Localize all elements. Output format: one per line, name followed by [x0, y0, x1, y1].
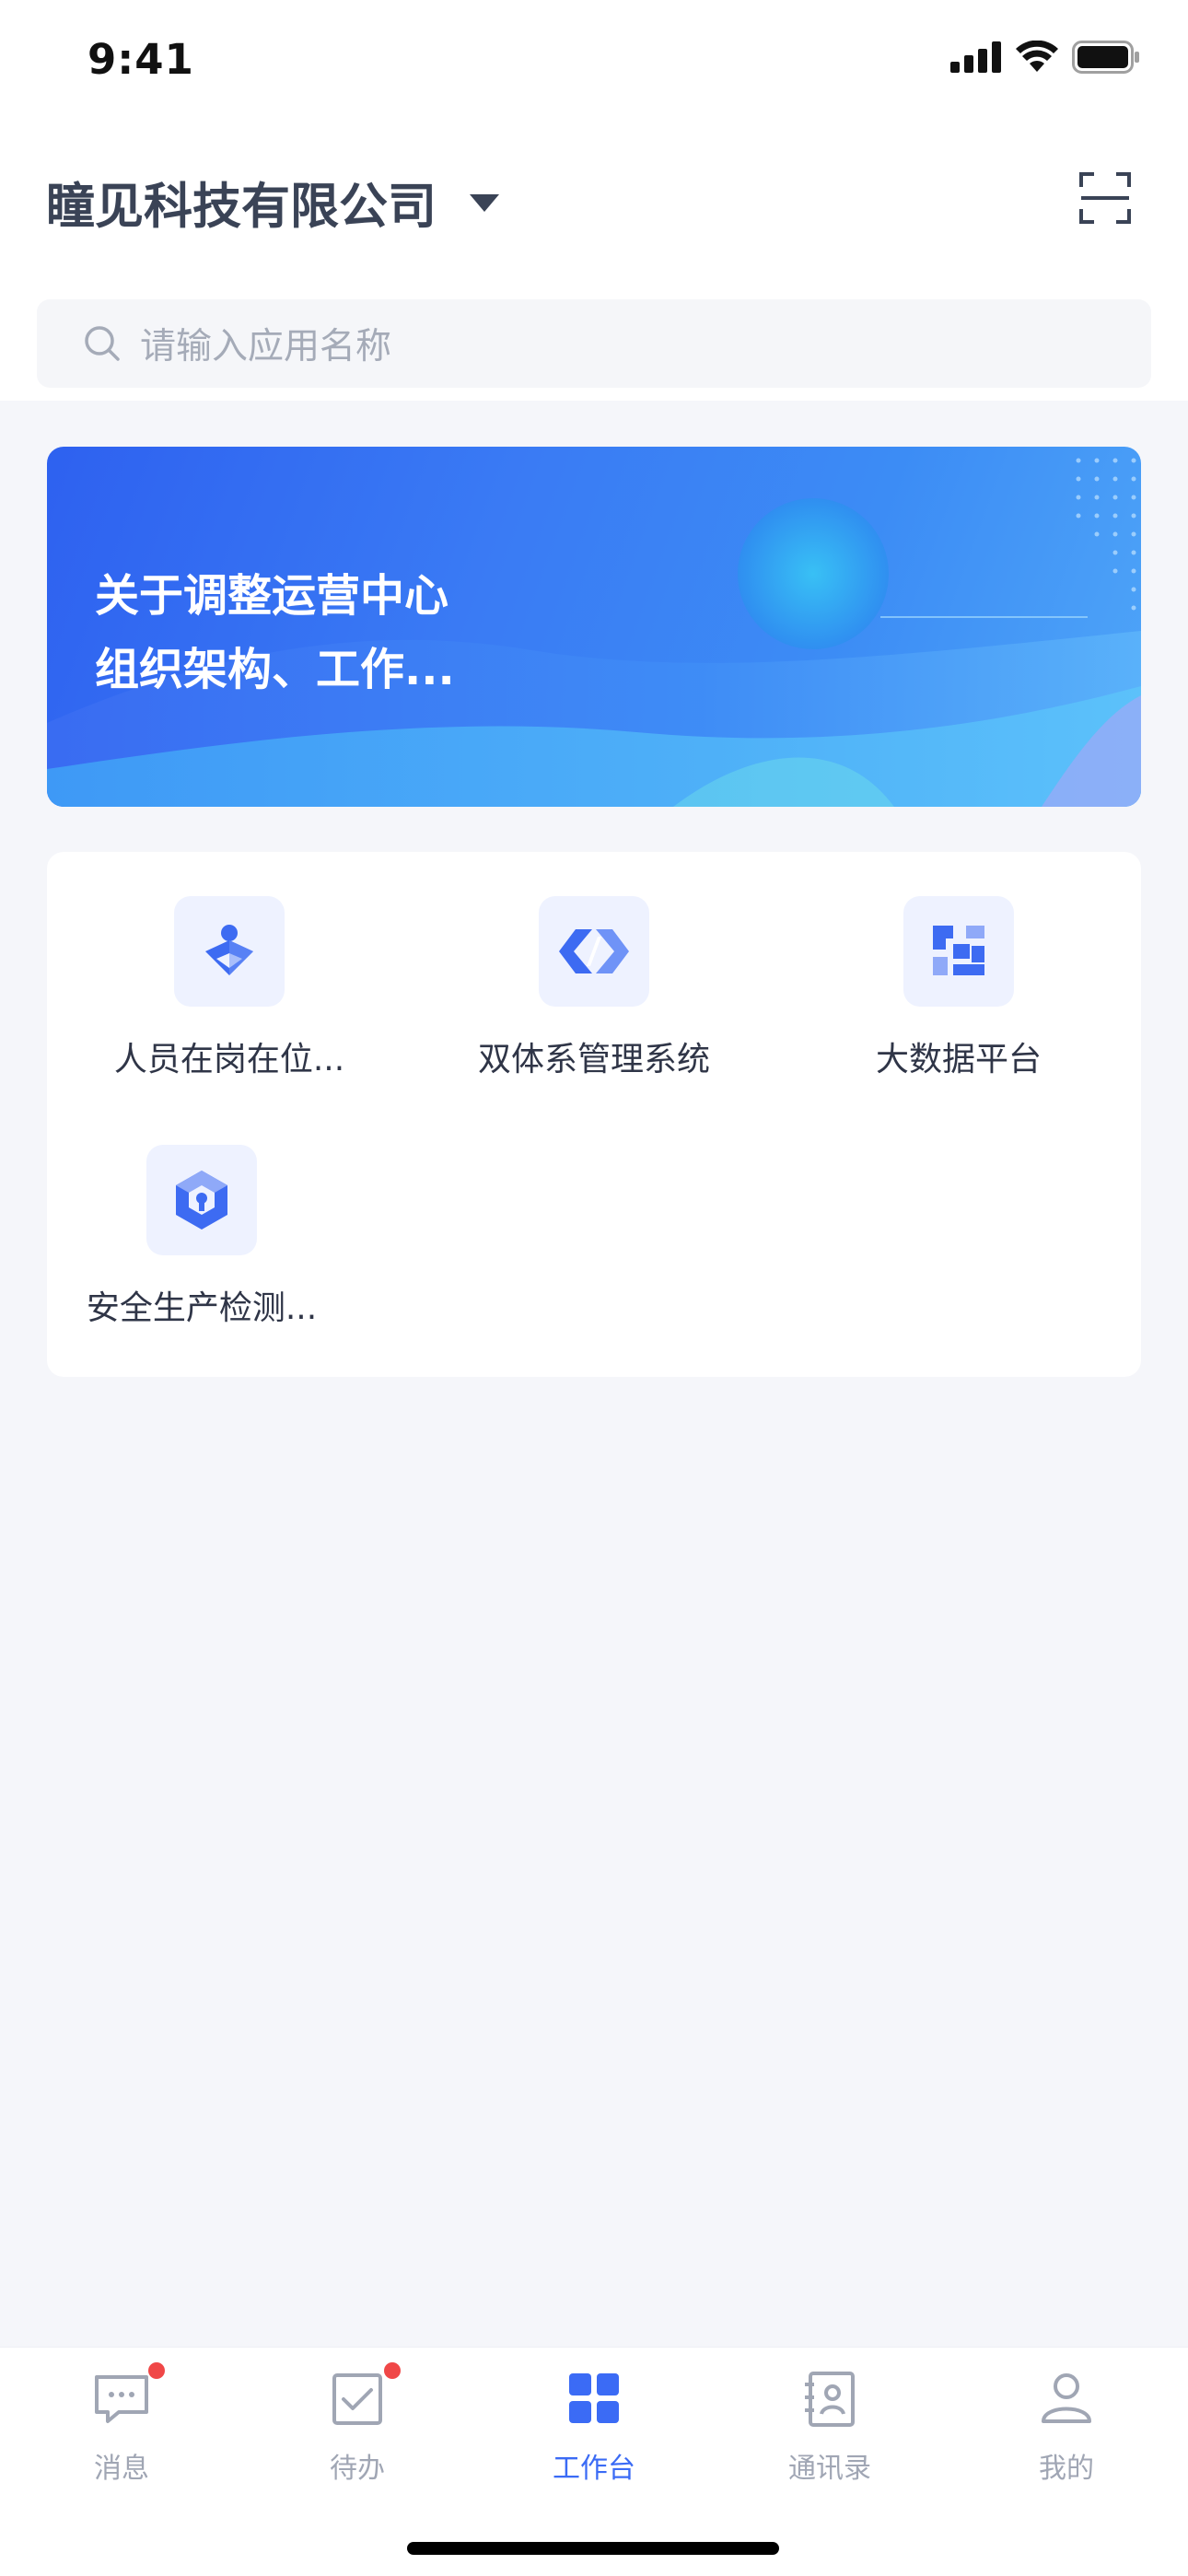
status-icons [950, 41, 1140, 74]
tab-icon-wrap [564, 2368, 624, 2429]
tab-icon-wrap [799, 2368, 860, 2429]
tab-icon-wrap [91, 2362, 165, 2429]
tab-todo[interactable]: 待办 [265, 2362, 449, 2486]
tab-messages[interactable]: 消息 [29, 2362, 214, 2486]
app-label: 大数据平台 [875, 1041, 1042, 1078]
tab-label: 工作台 [553, 2453, 635, 2485]
home-indicator[interactable] [407, 2542, 779, 2555]
hexagon-lock-icon [176, 1171, 227, 1230]
app-icon-box [903, 896, 1014, 1007]
app-icon-box [146, 1145, 257, 1255]
status-bar: 9:41 [0, 0, 1188, 120]
person-location-icon [205, 925, 253, 975]
tab-label: 消息 [94, 2453, 149, 2485]
company-name: 瞳见科技有限公司 [46, 179, 437, 235]
data-blocks-icon [933, 926, 984, 975]
app-item-personnel[interactable]: 人员在岗在位... [47, 896, 412, 1080]
search-icon [85, 326, 120, 361]
app-item-big-data[interactable]: 大数据平台 [776, 896, 1141, 1080]
app-icon-box [174, 896, 285, 1007]
code-shield-icon [559, 929, 629, 973]
tab-workbench[interactable]: 工作台 [502, 2368, 686, 2486]
tab-label: 我的 [1039, 2453, 1094, 2485]
app-icon-box [539, 896, 649, 1007]
search-bar[interactable]: 请输入应用名称 [37, 299, 1151, 388]
status-time: 9:41 [87, 35, 194, 84]
tab-icon-wrap [327, 2362, 401, 2429]
header: 瞳见科技有限公司 请输入应用名称 [0, 120, 1188, 401]
app-item-safety-production[interactable]: 安全生产检测... [19, 1145, 384, 1329]
unread-badge [148, 2362, 165, 2379]
contacts-book-icon [805, 2372, 855, 2427]
workbench-grid-icon [569, 2373, 619, 2423]
app-label: 安全生产检测... [86, 1289, 318, 1327]
tab-label: 通讯录 [788, 2453, 871, 2485]
message-icon [95, 2375, 148, 2423]
caret-down-icon [470, 193, 499, 212]
company-switcher[interactable]: 瞳见科技有限公司 [46, 168, 499, 238]
banner-title: 关于调整运营中心 组织架构、工作... [95, 570, 455, 695]
app-item-dual-system[interactable]: 双体系管理系统 [412, 896, 776, 1080]
tab-label: 待办 [330, 2453, 385, 2485]
todo-check-icon [332, 2373, 382, 2425]
tab-icon-wrap [1036, 2368, 1097, 2429]
announcement-banner[interactable]: 关于调整运营中心 组织架构、工作... [47, 447, 1141, 807]
unread-badge [384, 2362, 401, 2379]
app-label: 双体系管理系统 [477, 1041, 710, 1078]
scan-icon[interactable] [1077, 170, 1133, 226]
wifi-icon [1016, 41, 1058, 72]
battery-icon [1072, 41, 1139, 74]
profile-icon [1042, 2373, 1091, 2423]
search-input[interactable]: 请输入应用名称 [140, 318, 391, 369]
app-label: 人员在岗在位... [113, 1041, 345, 1078]
tab-profile[interactable]: 我的 [974, 2368, 1159, 2486]
app-grid: 人员在岗在位... 双体系管理系统 大数据平台 安全生产检测... [47, 852, 1141, 1377]
cellular-signal-icon [950, 41, 1001, 73]
tab-contacts[interactable]: 通讯录 [738, 2368, 922, 2486]
